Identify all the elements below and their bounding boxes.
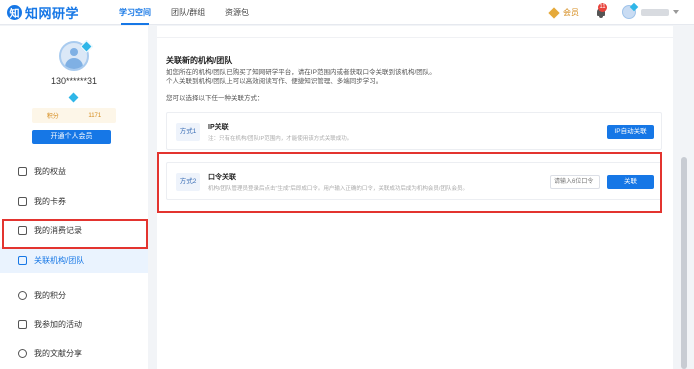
highlight-box-sidebar (2, 219, 148, 249)
section-title: 关联新的机构/团队 (166, 56, 233, 65)
vip-link[interactable]: 会员 (548, 6, 579, 19)
sidebar-item-coupons[interactable]: 我的卡券 (0, 188, 148, 214)
diamond-icon (18, 166, 27, 176)
share-icon (18, 348, 27, 358)
nav-study-space[interactable]: 学习空间 (119, 0, 151, 25)
nav-resource-pack[interactable]: 资源包 (225, 0, 249, 25)
logo-icon: 知 (7, 5, 22, 20)
link-org-icon (18, 255, 27, 265)
description-line-1: 如您所在的机构/团队已购买了知网研学平台，请在IP范围内或者获取口令关联到该机构… (166, 69, 436, 76)
chevron-down-icon[interactable] (673, 10, 679, 14)
coin-icon (18, 290, 27, 300)
coupon-icon (18, 196, 27, 206)
description-line-2: 个人关联到机构/团队上可以高效阅读写作、便捷知识管理、多端同步学习。 (166, 78, 383, 85)
sidebar-item-label: 我参加的活动 (34, 319, 82, 329)
logo-text: 知网研学 (25, 6, 80, 21)
nav-team-group[interactable]: 团队/群组 (171, 0, 205, 25)
card-title: IP关联 (208, 124, 229, 131)
sidebar-item-benefits[interactable]: 我的权益 (0, 158, 148, 184)
sidebar-item-points[interactable]: 我的积分 (0, 282, 148, 308)
panel-top-strip (157, 26, 673, 38)
scrollbar-thumb[interactable] (681, 157, 687, 369)
points-box[interactable]: 积分 1171 (32, 108, 116, 123)
open-vip-button[interactable]: 开通个人会员 (32, 130, 111, 144)
top-bar: 知 知网研学 学习空间 团队/群组 资源包 会员 11 (0, 0, 694, 25)
level-diamond-icon (68, 92, 79, 103)
ip-link-card: 方式1 IP关联 注：只有在机构/团队IP范围内，才能使用该方式关联成功。 IP… (166, 112, 662, 150)
sidebar-item-link-org[interactable]: 关联机构/团队 (0, 247, 148, 273)
sidebar-item-activities[interactable]: 我参加的活动 (0, 311, 148, 337)
card-description: 注：只有在机构/团队IP范围内，才能使用该方式关联成功。 (208, 136, 353, 142)
sidebar-item-label: 我的积分 (34, 290, 66, 300)
description-line-3: 您可以选择以下任一种关联方式： (166, 95, 264, 102)
user-phone: 130******31 (50, 76, 98, 86)
points-value: 1171 (88, 112, 102, 119)
method-tag: 方式1 (176, 123, 200, 141)
vip-label: 会员 (563, 8, 579, 17)
sidebar-item-label: 我的卡券 (34, 196, 66, 206)
logo[interactable]: 知 知网研学 (7, 4, 79, 21)
points-label: 积分 (46, 114, 59, 120)
notification-badge: 11 (598, 3, 607, 12)
sidebar: 130******31 积分 1171 开通个人会员 我的权益 我的卡券 我的消… (0, 26, 148, 369)
sidebar-item-label: 我的权益 (34, 166, 66, 176)
user-name-blurred[interactable] (641, 9, 669, 16)
sidebar-item-label: 我的文献分享 (34, 348, 82, 358)
highlight-box-main (157, 152, 662, 213)
ip-auto-link-button[interactable]: IP自动关联 (607, 125, 654, 139)
activity-icon (18, 319, 27, 329)
sidebar-item-doc-share[interactable]: 我的文献分享 (0, 340, 148, 366)
sidebar-item-label: 关联机构/团队 (34, 255, 85, 265)
vip-diamond-icon (548, 6, 560, 19)
